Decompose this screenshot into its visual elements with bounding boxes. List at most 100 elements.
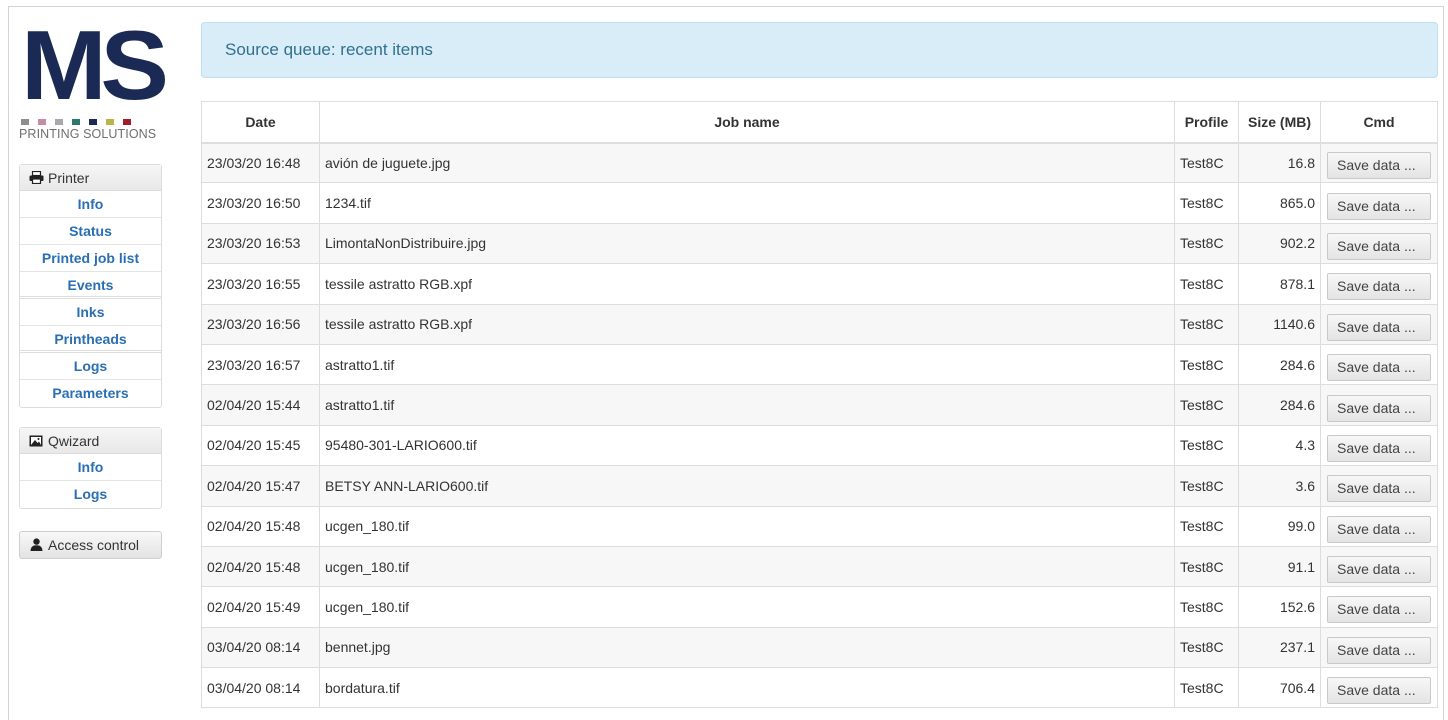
save-data-button[interactable]: Save data ... bbox=[1327, 192, 1431, 220]
table-row[interactable]: 02/04/20 15:48 ucgen_180.tif Test8C 91.1 Sav… bbox=[201, 545, 1438, 588]
qwizard-panel: Qwizard Info Logs bbox=[19, 427, 162, 509]
table-row[interactable]: 23/03/20 16:50 1234.tif Test8C 865.0 Save da… bbox=[201, 182, 1438, 224]
access-control-button[interactable]: Access control bbox=[19, 531, 162, 559]
cell-size: 1140.6 bbox=[1238, 303, 1321, 345]
save-data-button[interactable]: Save data ... bbox=[1327, 596, 1431, 624]
cell-job-name: astratto1.tif bbox=[319, 384, 1175, 426]
cell-job-name: 95480-301-LARIO600.tif bbox=[319, 424, 1175, 467]
user-icon bbox=[30, 538, 44, 552]
cell-cmd: Save data ... bbox=[1320, 263, 1438, 305]
cell-profile: Test8C bbox=[1174, 545, 1239, 588]
cell-job-name: ucgen_180.tif bbox=[319, 505, 1175, 547]
table-row[interactable]: 03/04/20 08:14 bordatura.tif Test8C 706.4 Sa… bbox=[201, 667, 1438, 709]
save-data-button[interactable]: Save data ... bbox=[1327, 515, 1431, 543]
nav-printed-job-list[interactable]: Printed job list bbox=[20, 245, 161, 272]
cell-profile: Test8C bbox=[1174, 586, 1239, 628]
logo-dot bbox=[55, 119, 63, 125]
cell-size: 91.1 bbox=[1238, 545, 1321, 588]
table-row[interactable]: 02/04/20 15:45 95480-301-LARIO600.tif Test… bbox=[201, 424, 1438, 467]
col-job-name[interactable]: Job name bbox=[319, 101, 1175, 144]
access-control-label: Access control bbox=[48, 537, 140, 553]
cell-profile: Test8C bbox=[1174, 667, 1239, 709]
save-data-button[interactable]: Save data ... bbox=[1327, 313, 1431, 341]
cell-date: 23/03/20 16:50 bbox=[201, 182, 320, 224]
cell-date: 02/04/20 15:44 bbox=[201, 384, 320, 426]
cell-date: 02/04/20 15:47 bbox=[201, 465, 320, 507]
nav-qwizard-info[interactable]: Info bbox=[20, 454, 161, 481]
cell-cmd: Save data ... bbox=[1320, 343, 1438, 386]
col-cmd[interactable]: Cmd bbox=[1320, 101, 1438, 144]
nav-inks[interactable]: Inks bbox=[20, 299, 161, 326]
save-data-button[interactable]: Save data ... bbox=[1327, 434, 1431, 462]
cell-cmd: Save data ... bbox=[1320, 667, 1438, 709]
cell-cmd: Save data ... bbox=[1320, 545, 1438, 588]
cell-cmd: Save data ... bbox=[1320, 303, 1438, 345]
cell-date: 03/04/20 08:14 bbox=[201, 626, 320, 669]
cell-size: 878.1 bbox=[1238, 263, 1321, 305]
cell-date: 02/04/20 15:45 bbox=[201, 424, 320, 467]
table-row[interactable]: 02/04/20 15:48 ucgen_180.tif Test8C 99.0 Sav… bbox=[201, 505, 1438, 547]
cell-profile: Test8C bbox=[1174, 505, 1239, 547]
nav-printer-status[interactable]: Status bbox=[20, 218, 161, 245]
logo-dot bbox=[72, 119, 80, 125]
cell-date: 23/03/20 16:48 bbox=[201, 141, 320, 184]
cell-size: 16.8 bbox=[1238, 141, 1321, 184]
table-row[interactable]: 02/04/20 15:47 BETSY ANN-LARIO600.tif Test… bbox=[201, 465, 1438, 507]
qwizard-panel-header: Qwizard bbox=[20, 428, 161, 454]
nav-printer-logs[interactable]: Logs bbox=[20, 353, 161, 380]
table-row[interactable]: 02/04/20 15:44 astratto1.tif Test8C 284.6 Sa… bbox=[201, 384, 1438, 426]
table-header-row: Date Job name Profile Size (MB) Cmd bbox=[201, 101, 1438, 144]
cell-size: 865.0 bbox=[1238, 182, 1321, 224]
save-data-button[interactable]: Save data ... bbox=[1327, 677, 1431, 705]
logo-mark: MS bbox=[21, 10, 169, 120]
save-data-button[interactable]: Save data ... bbox=[1327, 273, 1431, 301]
cell-date: 23/03/20 16:56 bbox=[201, 303, 320, 345]
save-data-button[interactable]: Save data ... bbox=[1327, 636, 1431, 664]
cell-profile: Test8C bbox=[1174, 182, 1239, 224]
cell-profile: Test8C bbox=[1174, 141, 1239, 184]
cell-date: 02/04/20 15:49 bbox=[201, 586, 320, 628]
col-size[interactable]: Size (MB) bbox=[1238, 101, 1321, 144]
cell-profile: Test8C bbox=[1174, 343, 1239, 386]
col-date[interactable]: Date bbox=[201, 101, 320, 144]
cell-date: 02/04/20 15:48 bbox=[201, 505, 320, 547]
save-data-button[interactable]: Save data ... bbox=[1327, 354, 1431, 382]
cell-job-name: bordatura.tif bbox=[319, 667, 1175, 709]
logo-dot bbox=[106, 119, 114, 125]
cell-date: 03/04/20 08:14 bbox=[201, 667, 320, 709]
nav-parameters[interactable]: Parameters bbox=[20, 380, 161, 407]
table-row[interactable]: 23/03/20 16:57 astratto1.tif Test8C 284.6 Sa… bbox=[201, 343, 1438, 386]
nav-printheads[interactable]: Printheads bbox=[20, 326, 161, 353]
printer-panel: Printer Info Status Printed job list Eve… bbox=[19, 164, 162, 408]
sidebar: MS PRINTING SOLUTIONS Printer Info Statu… bbox=[19, 16, 169, 559]
cell-size: 4.3 bbox=[1238, 424, 1321, 467]
save-data-button[interactable]: Save data ... bbox=[1327, 556, 1431, 584]
cell-job-name: tessile astratto RGB.xpf bbox=[319, 263, 1175, 305]
queue-alert-text: Source queue: recent items bbox=[225, 40, 433, 59]
cell-cmd: Save data ... bbox=[1320, 182, 1438, 224]
picture-icon bbox=[29, 434, 45, 448]
table-row[interactable]: 23/03/20 16:53 LimontaNonDistribuire.jpg T… bbox=[201, 222, 1438, 265]
nav-qwizard-logs[interactable]: Logs bbox=[20, 481, 161, 508]
cell-cmd: Save data ... bbox=[1320, 424, 1438, 467]
table-row[interactable]: 03/04/20 08:14 bennet.jpg Test8C 237.1 Save … bbox=[201, 626, 1438, 669]
nav-printer-info[interactable]: Info bbox=[20, 191, 161, 218]
nav-events[interactable]: Events bbox=[20, 272, 161, 299]
cell-cmd: Save data ... bbox=[1320, 505, 1438, 547]
cell-job-name: tessile astratto RGB.xpf bbox=[319, 303, 1175, 345]
cell-job-name: LimontaNonDistribuire.jpg bbox=[319, 222, 1175, 265]
qwizard-panel-title: Qwizard bbox=[48, 432, 100, 449]
cell-job-name: ucgen_180.tif bbox=[319, 586, 1175, 628]
save-data-button[interactable]: Save data ... bbox=[1327, 475, 1431, 503]
save-data-button[interactable]: Save data ... bbox=[1327, 394, 1431, 422]
col-profile[interactable]: Profile bbox=[1174, 101, 1239, 144]
cell-size: 3.6 bbox=[1238, 465, 1321, 507]
save-data-button[interactable]: Save data ... bbox=[1327, 152, 1431, 180]
cell-profile: Test8C bbox=[1174, 384, 1239, 426]
save-data-button[interactable]: Save data ... bbox=[1327, 232, 1431, 260]
table-row[interactable]: 02/04/20 15:49 ucgen_180.tif Test8C 152.6 Sa… bbox=[201, 586, 1438, 628]
table-row[interactable]: 23/03/20 16:56 tessile astratto RGB.xpf Te… bbox=[201, 303, 1438, 345]
table-row[interactable]: 23/03/20 16:55 tessile astratto RGB.xpf Te… bbox=[201, 263, 1438, 305]
table-row[interactable]: 23/03/20 16:48 avión de juguete.jpg Test8C… bbox=[201, 141, 1438, 184]
cell-profile: Test8C bbox=[1174, 465, 1239, 507]
